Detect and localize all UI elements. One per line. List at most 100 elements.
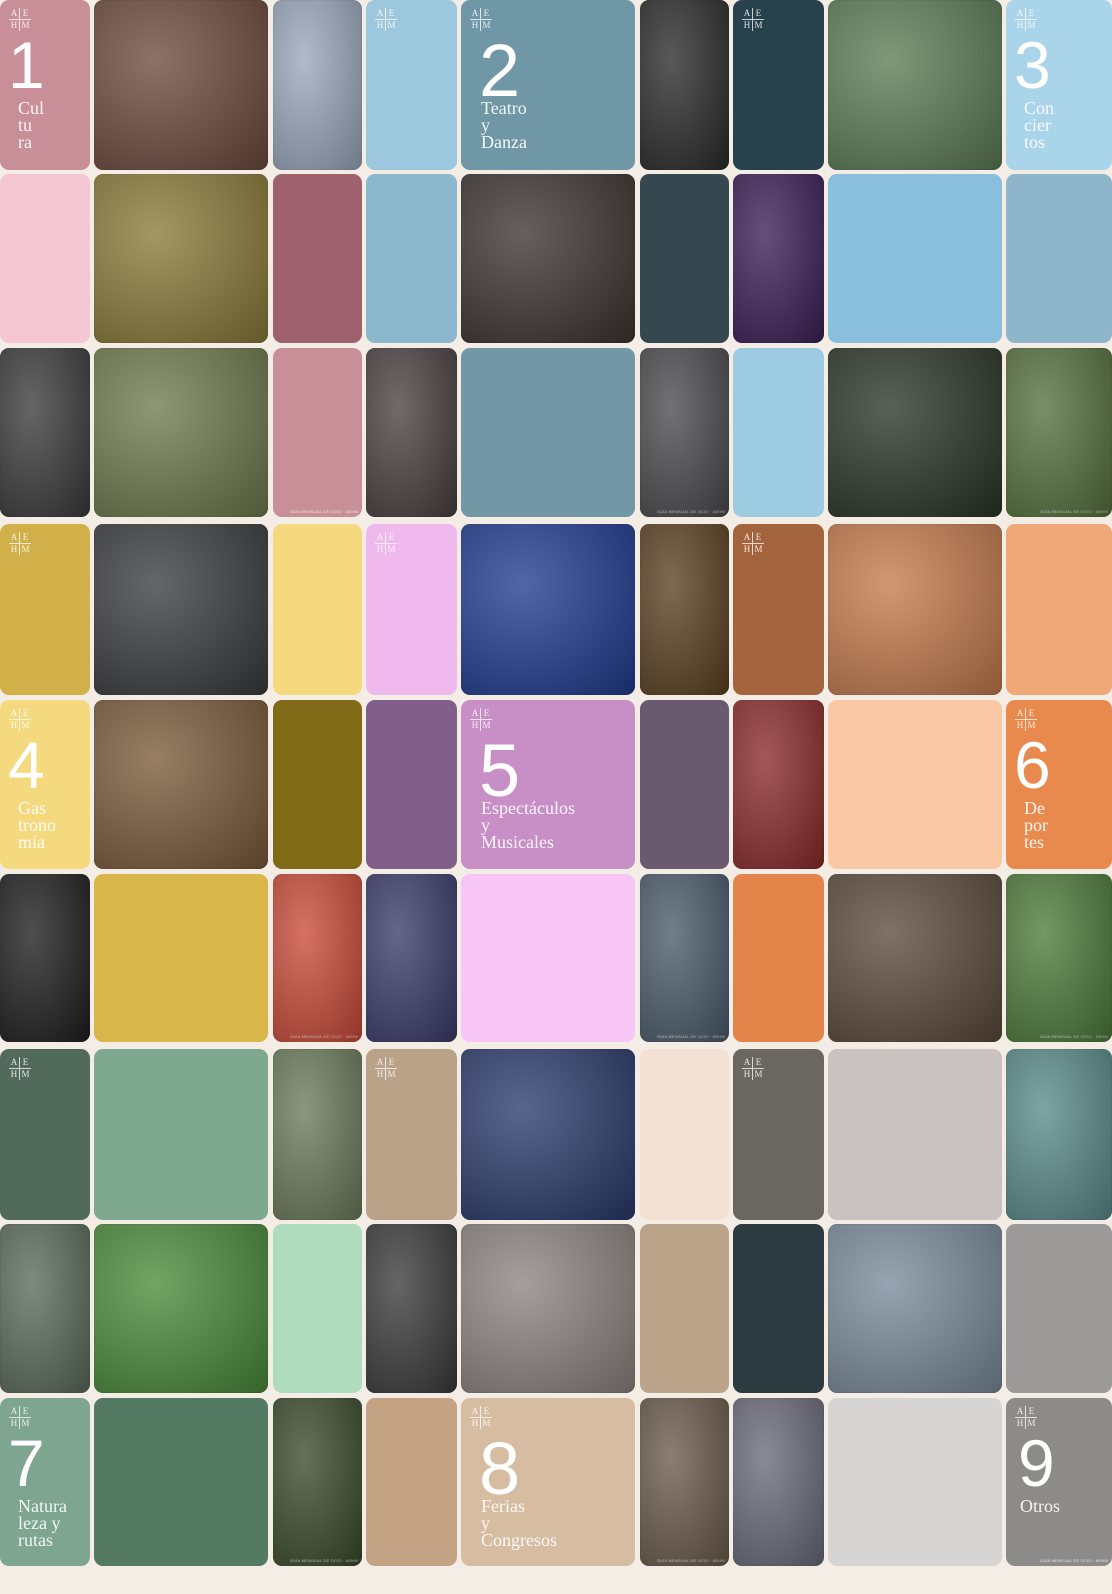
color-tile: [1006, 524, 1112, 695]
photo-tennis[interactable]: [828, 524, 1002, 695]
category-tile-6[interactable]: A E H M 6 De por tes: [1006, 700, 1112, 869]
category-tile-9[interactable]: A E H M 9 Otros GUÍA MENSUAL DE OCIO · AEHM: [1006, 1398, 1112, 1566]
logo-tile: AEHM: [733, 1049, 824, 1220]
photo-horse[interactable]: [828, 874, 1002, 1042]
aehm-logo: AEHM: [742, 532, 764, 555]
photo-f1[interactable]: [733, 700, 824, 869]
logo-letter: A: [9, 1057, 20, 1069]
photo-conference[interactable]: [366, 1224, 457, 1393]
aehm-logo: AEHM: [9, 532, 31, 555]
logo-letter: E: [20, 708, 31, 720]
category-tile-2[interactable]: A E H M 2 Teatro y Danza: [461, 0, 635, 170]
category-tile-5[interactable]: A E H M 5 Espectáculos y Musicales: [461, 700, 635, 869]
photo-spices[interactable]: [94, 524, 268, 695]
photo-guernica[interactable]: [0, 348, 90, 517]
logo-letter: E: [20, 532, 31, 544]
category-number: 7: [8, 1426, 45, 1500]
aehm-logo: AEHM: [9, 1057, 31, 1080]
logo-tile: AEHM: [733, 524, 824, 695]
category-label: Natura leza y rutas: [18, 1496, 67, 1550]
photo-lion-king-costume[interactable]: [640, 524, 729, 695]
photo-escorial[interactable]: [94, 348, 268, 517]
color-tile: [1006, 174, 1112, 343]
logo-letter: A: [470, 1406, 481, 1418]
photo-forest[interactable]: GUÍA MENSUAL DE OCIO · AEHM: [273, 1398, 362, 1566]
color-tile: [461, 874, 635, 1042]
photo-dance-lift[interactable]: [461, 174, 635, 343]
footer-credit: GUÍA MENSUAL DE OCIO · AEHM: [1039, 1034, 1108, 1039]
logo-letter: A: [1015, 1406, 1026, 1418]
logo-letter: A: [470, 8, 481, 20]
category-tile-8[interactable]: A E H M 8 Ferias y Congresos: [461, 1398, 635, 1566]
aehm-logo: AEHM: [375, 8, 397, 31]
color-tile: [828, 1049, 1002, 1220]
logo-letter: E: [1026, 1406, 1037, 1418]
color-tile: [94, 874, 268, 1042]
color-tile: [0, 174, 90, 343]
photo-goya-parasol[interactable]: [94, 174, 268, 343]
logo-tile: AEHM: [366, 0, 457, 170]
photo-tomatoes[interactable]: GUÍA MENSUAL DE OCIO · AEHM: [273, 874, 362, 1042]
category-tile-3[interactable]: A E H M 3 Con cier tos: [1006, 0, 1112, 170]
category-label: Gas trono mía: [18, 798, 56, 852]
logo-letter: M: [387, 20, 396, 30]
logo-letter: A: [1015, 8, 1026, 20]
category-number: 2: [479, 29, 521, 112]
logo-letter: M: [754, 544, 763, 554]
logo-letter: A: [742, 532, 753, 544]
color-tile: GUÍA MENSUAL DE OCIO · AEHM: [273, 348, 362, 517]
photo-gorge[interactable]: [273, 1049, 362, 1220]
photo-royal-palace[interactable]: [273, 0, 362, 170]
photo-drummer[interactable]: [828, 0, 1002, 170]
photo-meadow[interactable]: [94, 1224, 268, 1393]
color-tile: [828, 700, 1002, 869]
color-tile: [366, 700, 457, 869]
category-label: Otros: [1020, 1496, 1060, 1516]
logo-letter: A: [1015, 708, 1026, 720]
photo-flamenco[interactable]: GUÍA MENSUAL DE OCIO · AEHM: [640, 348, 729, 517]
photo-concert-stage[interactable]: [733, 174, 824, 343]
photo-football[interactable]: GUÍA MENSUAL DE OCIO · AEHM: [1006, 874, 1112, 1042]
photo-guitarist[interactable]: [828, 348, 1002, 517]
photo-lion-king-reading[interactable]: [461, 524, 635, 695]
photo-expo-hall[interactable]: [461, 1049, 635, 1220]
footer-credit: GUÍA MENSUAL DE OCIO · AEHM: [1039, 509, 1108, 514]
logo-tile: AEHM: [0, 1049, 90, 1220]
photo-madrid-sign[interactable]: [461, 1224, 635, 1393]
category-number: 8: [479, 1427, 521, 1510]
photo-colorful-market[interactable]: [1006, 1049, 1112, 1220]
photo-phantom[interactable]: [366, 348, 457, 517]
photo-park-crowd[interactable]: GUÍA MENSUAL DE OCIO · AEHM: [1006, 348, 1112, 517]
photo-cocido[interactable]: [94, 700, 268, 869]
color-tile: [828, 174, 1002, 343]
logo-letter: E: [753, 1057, 764, 1069]
photo-musical-cast[interactable]: GUÍA MENSUAL DE OCIO · AEHM: [640, 874, 729, 1042]
photo-business[interactable]: GUÍA MENSUAL DE OCIO · AEHM: [640, 1398, 729, 1566]
aehm-logo: AEHM: [742, 8, 764, 31]
photo-meninas[interactable]: [94, 0, 268, 170]
photo-musical-stage[interactable]: [366, 874, 457, 1042]
photo-ceremony[interactable]: [828, 1224, 1002, 1393]
category-number: 6: [1014, 728, 1051, 802]
photo-roe[interactable]: [0, 874, 90, 1042]
category-tile-7[interactable]: A E H M 7 Natura leza y rutas: [0, 1398, 90, 1566]
logo-letter: A: [9, 8, 20, 20]
logo-letter: H: [375, 1069, 386, 1080]
photo-royal-guard[interactable]: [733, 1398, 824, 1566]
logo-letter: E: [20, 1057, 31, 1069]
logo-letter: M: [754, 1069, 763, 1079]
photo-ballet[interactable]: [640, 0, 729, 170]
color-tile: [1006, 1224, 1112, 1393]
category-label: Con cier tos: [1024, 98, 1055, 152]
logo-letter: E: [481, 1406, 492, 1418]
footer-credit: GUÍA MENSUAL DE OCIO · AEHM: [656, 1034, 725, 1039]
logo-letter: A: [742, 1057, 753, 1069]
category-tile-4[interactable]: A E H M 4 Gas trono mía: [0, 700, 90, 869]
footer-credit: GUÍA MENSUAL DE OCIO · AEHM: [656, 1558, 725, 1563]
photo-stream[interactable]: [0, 1224, 90, 1393]
color-tile: [640, 174, 729, 343]
aehm-logo: AEHM: [375, 532, 397, 555]
category-tile-1[interactable]: A E H M 1 Cul tu ra: [0, 0, 90, 170]
logo-tile: AEHM: [366, 1049, 457, 1220]
logo-letter: M: [387, 1069, 396, 1079]
